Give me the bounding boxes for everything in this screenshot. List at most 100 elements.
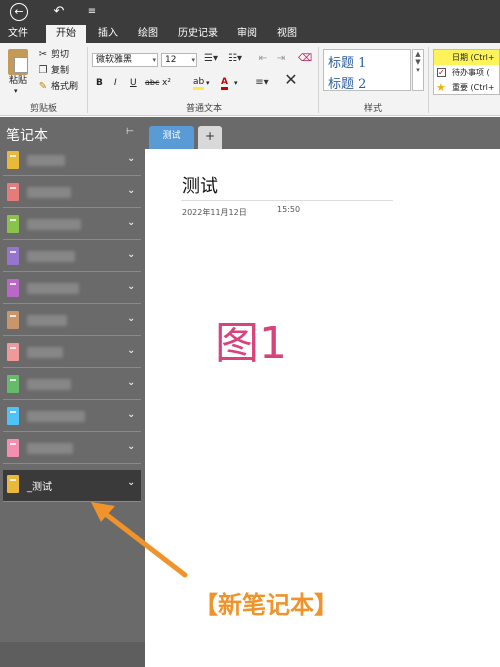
chevron-down-icon[interactable]: ⌄ <box>127 441 135 452</box>
notebook-item[interactable]: ⌄ <box>3 146 141 176</box>
tab-view[interactable]: 视图 <box>274 25 300 43</box>
notebook-item[interactable]: ⌄ <box>3 402 141 432</box>
notebook-icon <box>7 343 19 361</box>
chevron-down-icon[interactable]: ⌄ <box>127 185 135 196</box>
chevron-down-icon[interactable]: ⌄ <box>127 377 135 388</box>
page-title[interactable]: 测试 <box>182 172 218 198</box>
chevron-down-icon[interactable]: ⌄ <box>127 345 135 356</box>
ribbon-separator <box>87 47 88 113</box>
chevron-down-icon[interactable]: ⌄ <box>127 409 135 420</box>
tag-important[interactable]: ★ 重要 (Ctrl+ <box>434 80 499 94</box>
decrease-indent-icon[interactable]: ⇤ <box>256 53 270 65</box>
styles-group-label: 样式 <box>364 104 383 114</box>
format-painter-button[interactable]: 格式刷 <box>51 81 78 93</box>
tag-date[interactable]: 日期 (Ctrl+ <box>434 50 499 65</box>
italic-button[interactable]: I <box>114 77 117 89</box>
copy-icon[interactable]: ❐ <box>38 65 48 77</box>
clear-formatting-icon[interactable]: ⌫ <box>298 53 312 65</box>
figure-label: 图1 <box>215 318 287 369</box>
chevron-down-icon: ▾ <box>152 56 156 64</box>
copy-button[interactable]: 复制 <box>51 65 69 77</box>
star-icon: ★ <box>436 81 446 94</box>
notebook-icon <box>7 151 19 169</box>
notebook-name-redacted <box>27 347 63 358</box>
notebook-item[interactable]: ⌄ <box>3 434 141 464</box>
highlight-dropdown-icon[interactable]: ▾ <box>206 77 210 89</box>
numbered-list-icon[interactable]: ☷▾ <box>225 53 245 65</box>
tab-insert[interactable]: 插入 <box>94 25 122 43</box>
bullet-list-icon[interactable]: ☰▾ <box>201 53 221 65</box>
chevron-down-icon: ▾ <box>191 56 195 64</box>
chevron-down-icon[interactable]: ⌄ <box>127 281 135 292</box>
strikethrough-button[interactable]: abc <box>145 77 159 89</box>
chevron-down-icon[interactable]: ⌄ <box>127 477 135 488</box>
checkbox-icon: ✓ <box>437 68 446 77</box>
notebook-pane-title: 笔记本 <box>6 128 48 144</box>
scissors-icon[interactable]: ✂ <box>38 49 48 61</box>
superscript-button[interactable]: x² <box>162 77 171 89</box>
notebook-item[interactable]: ⌄ <box>3 178 141 208</box>
onenote-window: ← ↶ ≡ 文件 开始 插入 绘图 历史记录 审阅 视图 粘贴 ▾ ✂ 剪切 ❐… <box>0 0 500 667</box>
tag-important-label: 重要 (Ctrl+ <box>452 83 495 92</box>
chevron-down-icon[interactable]: ⌄ <box>127 153 135 164</box>
back-icon[interactable]: ← <box>10 3 28 21</box>
notebook-item[interactable]: ⌄ <box>3 306 141 336</box>
align-icon[interactable]: ≡▾ <box>252 77 272 89</box>
quick-access-menu-icon[interactable]: ≡ <box>86 3 98 21</box>
font-name-select[interactable]: 微软雅黑 ▾ <box>92 53 158 67</box>
section-tab-test[interactable]: 测试 <box>149 126 194 149</box>
highlight-button[interactable]: ab <box>193 77 205 90</box>
style-heading-2[interactable]: 标题 2 <box>328 73 366 92</box>
notebook-item[interactable]: ⌄ <box>3 242 141 272</box>
annotation-arrow <box>91 502 188 578</box>
notebook-name-redacted <box>27 379 71 390</box>
tab-review[interactable]: 审阅 <box>234 25 260 43</box>
cut-button[interactable]: 剪切 <box>51 49 69 61</box>
tab-draw[interactable]: 绘图 <box>134 25 162 43</box>
pin-icon[interactable]: ⊢ <box>126 127 134 137</box>
tags-gallery[interactable]: 日期 (Ctrl+ ✓ 待办事项 ( ★ 重要 (Ctrl+ <box>433 49 500 95</box>
delete-icon[interactable]: ✕ <box>284 72 298 88</box>
styles-gallery[interactable]: 标题 1 标题 2 <box>323 49 411 92</box>
font-color-dropdown-icon[interactable]: ▾ <box>234 77 238 89</box>
add-section-button[interactable]: + <box>198 126 222 149</box>
basic-text-group-label: 普通文本 <box>186 104 223 114</box>
styles-scroll[interactable]: ▲ ▼ ▾ <box>412 49 424 91</box>
bold-button[interactable]: B <box>96 77 103 89</box>
ribbon-tabs: 文件 开始 插入 绘图 历史记录 审阅 视图 <box>0 24 500 43</box>
format-painter-icon[interactable]: ✎ <box>38 81 48 93</box>
annotation-label: 【新笔记本】 <box>194 591 338 619</box>
increase-indent-icon[interactable]: ⇥ <box>274 53 288 65</box>
notebook-icon <box>7 475 19 493</box>
title-underline <box>181 200 393 201</box>
tab-file[interactable]: 文件 <box>6 25 30 43</box>
tab-history[interactable]: 历史记录 <box>176 25 220 43</box>
notebook-icon <box>7 279 19 297</box>
page-time: 15:50 <box>277 205 301 214</box>
tab-home[interactable]: 开始 <box>46 25 86 43</box>
notebook-item[interactable]: ⌄ <box>3 274 141 304</box>
notebook-item[interactable]: ⌄ <box>3 338 141 368</box>
notebook-name-redacted <box>27 219 81 230</box>
font-size-select[interactable]: 12 ▾ <box>161 53 197 67</box>
tag-date-label: 日期 (Ctrl+ <box>452 53 495 62</box>
notebook-icon <box>7 215 19 233</box>
notebook-icon <box>7 247 19 265</box>
font-color-button[interactable]: A <box>221 77 228 90</box>
notebook-item[interactable]: ⌄ <box>3 210 141 240</box>
style-heading-1[interactable]: 标题 1 <box>328 52 366 71</box>
notebook-item[interactable]: ⌄ <box>3 370 141 400</box>
underline-button[interactable]: U <box>130 77 137 89</box>
undo-icon[interactable]: ↶ <box>50 3 68 21</box>
paste-label: 粘贴 <box>9 76 28 86</box>
chevron-down-icon[interactable]: ⌄ <box>127 217 135 228</box>
notebook-name-redacted <box>27 283 79 294</box>
font-name-value: 微软雅黑 <box>96 55 133 65</box>
chevron-down-icon[interactable]: ⌄ <box>127 313 135 324</box>
tag-todo[interactable]: ✓ 待办事项 ( <box>434 65 499 80</box>
paste-dropdown-icon[interactable]: ▾ <box>14 85 18 97</box>
sidebar-footer <box>0 642 145 667</box>
notebook-icon <box>7 439 19 457</box>
paste-sheet-icon <box>14 57 28 73</box>
chevron-down-icon[interactable]: ⌄ <box>127 249 135 260</box>
